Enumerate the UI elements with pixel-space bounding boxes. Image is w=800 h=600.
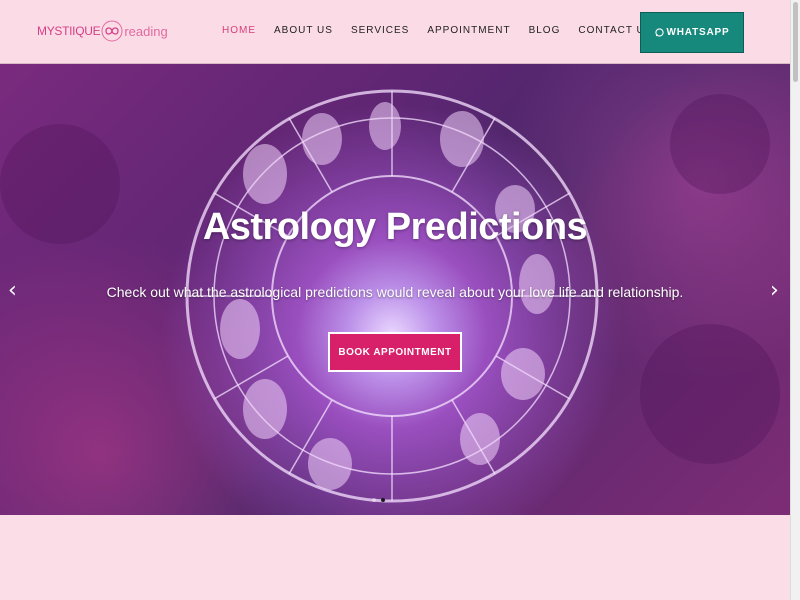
content-section: [0, 515, 790, 600]
infinity-logo-icon: [101, 20, 123, 42]
logo-text-right: reading: [124, 23, 168, 39]
logo-text-left: MYSTIIQUE: [37, 24, 101, 38]
nav-appointment[interactable]: APPOINTMENT: [427, 25, 510, 36]
nav-blog[interactable]: BLOG: [529, 25, 561, 36]
nav-home[interactable]: HOME: [222, 25, 256, 36]
nav-services[interactable]: SERVICES: [351, 25, 409, 36]
site-header: MYSTIIQUE reading HOME ABOUT US SERVICES…: [0, 0, 790, 64]
nav-about-us[interactable]: ABOUT US: [274, 25, 333, 36]
whatsapp-button[interactable]: WHATSAPP: [640, 12, 744, 53]
whatsapp-icon: [654, 28, 664, 37]
slider-dot-active[interactable]: [381, 498, 385, 502]
hero-subtitle: Check out what the astrological predicti…: [106, 284, 684, 300]
site-logo[interactable]: MYSTIIQUE reading: [37, 15, 168, 47]
page-scrollbar[interactable]: [790, 0, 800, 600]
whatsapp-button-label: WHATSAPP: [666, 27, 730, 38]
hero-slider: Astrology Predictions Check out what the…: [0, 64, 790, 515]
hero-title: Astrology Predictions: [202, 206, 588, 248]
slider-prev-arrow-icon[interactable]: ‹: [8, 278, 17, 303]
main-nav: HOME ABOUT US SERVICES APPOINTMENT BLOG …: [222, 25, 670, 36]
slider-dot[interactable]: [372, 498, 376, 502]
slider-dots: [372, 498, 385, 502]
scrollbar-thumb[interactable]: [793, 2, 798, 82]
slider-next-arrow-icon[interactable]: ›: [770, 278, 779, 303]
book-appointment-button[interactable]: BOOK APPOINTMENT: [328, 332, 462, 372]
